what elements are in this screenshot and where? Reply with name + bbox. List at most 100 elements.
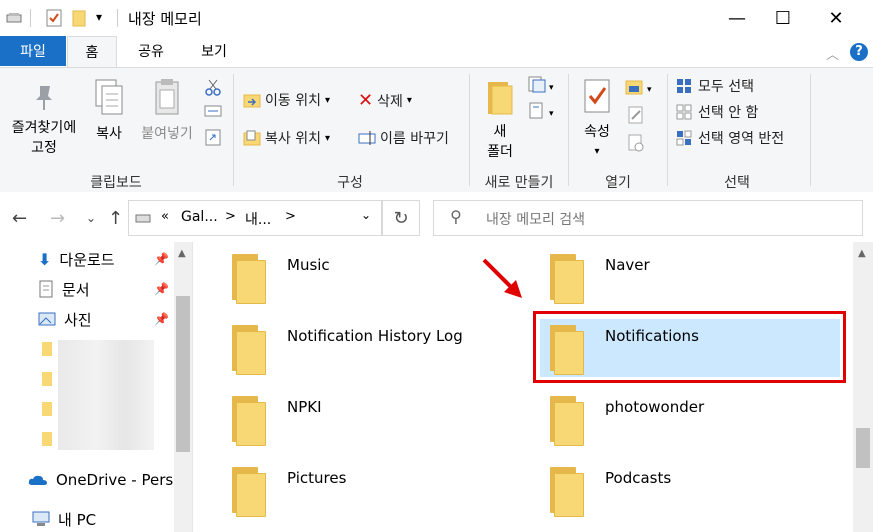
drive-icon <box>6 13 22 23</box>
folder-tile[interactable]: Pictures <box>220 461 520 525</box>
paste-shortcut-icon[interactable] <box>204 128 222 146</box>
breadcrumb-internal-memory[interactable]: 내... <box>245 209 271 229</box>
folder-name: Notification History Log <box>287 327 463 345</box>
invert-selection-button[interactable]: 선택 영역 반전 <box>676 128 784 148</box>
nav-item-this-pc[interactable]: 내 PC <box>32 506 96 532</box>
select-all-button[interactable]: 모두 선택 <box>676 76 754 96</box>
folder-icon <box>232 467 266 517</box>
forward-arrow-icon[interactable]: → <box>50 208 65 229</box>
group-separator <box>568 74 569 186</box>
folder-tile[interactable]: Music <box>220 248 520 312</box>
rename-button[interactable]: 이름 바꾸기 <box>358 128 449 148</box>
search-icon: ⚲ <box>450 207 462 226</box>
maximize-button[interactable]: ☐ <box>760 0 806 36</box>
open-icon[interactable]: ▾ <box>625 78 657 96</box>
svg-text:▾: ▾ <box>549 109 554 119</box>
folder-tile[interactable]: Podcasts <box>538 461 838 525</box>
folder-tile[interactable]: NPKI <box>220 390 520 454</box>
help-icon[interactable]: ? <box>850 43 868 61</box>
tab-home[interactable]: 홈 <box>67 36 117 68</box>
breadcrumb-separator[interactable]: > <box>285 209 296 224</box>
group-separator <box>469 74 470 186</box>
back-arrow-icon[interactable]: ← <box>12 208 27 229</box>
scroll-up-arrow-icon[interactable]: ▲ <box>178 248 186 259</box>
redacted-area <box>58 340 154 450</box>
new-item-icon[interactable]: ▾ <box>528 76 558 94</box>
pin-icon[interactable]: 📌 <box>154 252 169 266</box>
nav-item-pictures[interactable]: 사진 <box>38 306 92 332</box>
close-button[interactable]: ✕ <box>806 0 866 36</box>
properties-quick-icon[interactable] <box>46 9 62 27</box>
copy-to-button[interactable]: 복사 위치 ▾ <box>243 128 330 148</box>
customize-quick-access-icon[interactable]: ▾ <box>96 10 102 24</box>
properties-button[interactable]: 속성 ▾ <box>576 78 618 162</box>
window-title: 내장 메모리 <box>128 10 202 28</box>
scrollbar-thumb[interactable] <box>856 428 870 468</box>
cut-icon[interactable] <box>204 78 222 96</box>
rename-icon <box>358 131 376 145</box>
ribbon-tabs: 파일 홈 공유 보기 ︿ ? <box>0 36 873 68</box>
breadcrumb-gallery[interactable]: Gal... <box>181 209 218 225</box>
address-bar[interactable]: « Gal... > 내... > ⌄ <box>128 200 382 236</box>
folder-icon <box>550 396 584 446</box>
folder-name: Pictures <box>287 469 347 487</box>
paste-button[interactable]: 붙여넣기 <box>136 78 198 144</box>
scroll-up-arrow-icon[interactable]: ▲ <box>858 248 866 259</box>
organize-group-label: 구성 <box>337 175 363 191</box>
breadcrumb-separator[interactable]: > <box>225 209 236 224</box>
folder-name: NPKI <box>287 398 322 416</box>
address-dropdown-icon[interactable]: ⌄ <box>361 208 371 222</box>
ribbon: 즐겨찾기에 고정 복사 붙여넣기 클립보드 이동 위치 ▾ 복사 위치 ▾ ✕ 삭제… <box>0 67 873 193</box>
select-all-label: 모두 선택 <box>698 79 754 95</box>
nav-item-onedrive[interactable]: OneDrive - Person <box>28 467 192 493</box>
pin-label-line2: 고정 <box>31 140 57 156</box>
folder-name: photowonder <box>605 398 705 416</box>
history-icon[interactable] <box>627 134 645 152</box>
scrollbar-thumb[interactable] <box>176 296 190 452</box>
pin-to-quick-access-button[interactable]: 즐겨찾기에 고정 <box>4 82 84 158</box>
copy-path-icon[interactable] <box>204 104 222 118</box>
folder-tile[interactable]: Naver <box>538 248 838 312</box>
recent-locations-chevron-icon[interactable]: ⌄ <box>86 211 96 225</box>
pin-icon[interactable]: 📌 <box>154 282 169 296</box>
nav-item-downloads[interactable]: ⬇ 다운로드 <box>38 246 115 272</box>
folder-icon <box>232 325 266 375</box>
folder-icon <box>42 372 52 386</box>
pin-icon[interactable]: 📌 <box>154 312 169 326</box>
edit-icon[interactable] <box>627 106 645 124</box>
content-scrollbar[interactable]: ▲ <box>853 242 873 532</box>
nav-item-label: OneDrive - Person <box>56 471 192 489</box>
search-box[interactable]: ⚲ 내장 메모리 검색 <box>433 200 863 236</box>
up-arrow-icon[interactable]: ↑ <box>108 208 123 229</box>
select-none-icon <box>676 104 692 120</box>
folder-tile-selected[interactable]: Notifications <box>540 319 840 377</box>
tab-file[interactable]: 파일 <box>0 36 66 66</box>
folder-icon <box>42 342 52 356</box>
title-bar: ▾ 내장 메모리 — ☐ ✕ <box>0 0 873 36</box>
folder-icon <box>550 254 584 304</box>
delete-label: 삭제 <box>377 93 403 110</box>
svg-text:▾: ▾ <box>647 85 652 95</box>
tab-share[interactable]: 공유 <box>128 36 174 66</box>
navigation-scrollbar[interactable]: ▲ <box>174 242 192 532</box>
refresh-button[interactable]: ↻ <box>382 200 420 236</box>
nav-item-documents[interactable]: 문서 <box>38 276 90 302</box>
minimize-button[interactable]: — <box>714 0 760 36</box>
easy-access-icon[interactable]: ▾ <box>528 102 558 120</box>
delete-button[interactable]: ✕ 삭제 ▾ <box>358 90 412 111</box>
move-to-button[interactable]: 이동 위치 ▾ <box>243 90 330 110</box>
new-folder-button[interactable]: 새 폴더 <box>478 78 522 162</box>
copy-to-label: 복사 위치 <box>265 131 321 147</box>
tab-view[interactable]: 보기 <box>190 36 238 66</box>
pane-divider[interactable] <box>192 242 193 532</box>
folder-tile[interactable]: Notification History Log <box>220 319 520 383</box>
collapse-ribbon-icon[interactable]: ︿ <box>826 44 839 63</box>
address-overflow[interactable]: « <box>161 209 169 224</box>
document-icon <box>39 280 53 298</box>
new-folder-quick-icon[interactable] <box>72 9 86 27</box>
select-none-label: 선택 안 함 <box>698 105 759 121</box>
copy-button[interactable]: 복사 <box>86 78 132 144</box>
search-placeholder[interactable]: 내장 메모리 검색 <box>486 209 585 229</box>
folder-tile[interactable]: photowonder <box>538 390 838 454</box>
select-none-button[interactable]: 선택 안 함 <box>676 102 758 122</box>
